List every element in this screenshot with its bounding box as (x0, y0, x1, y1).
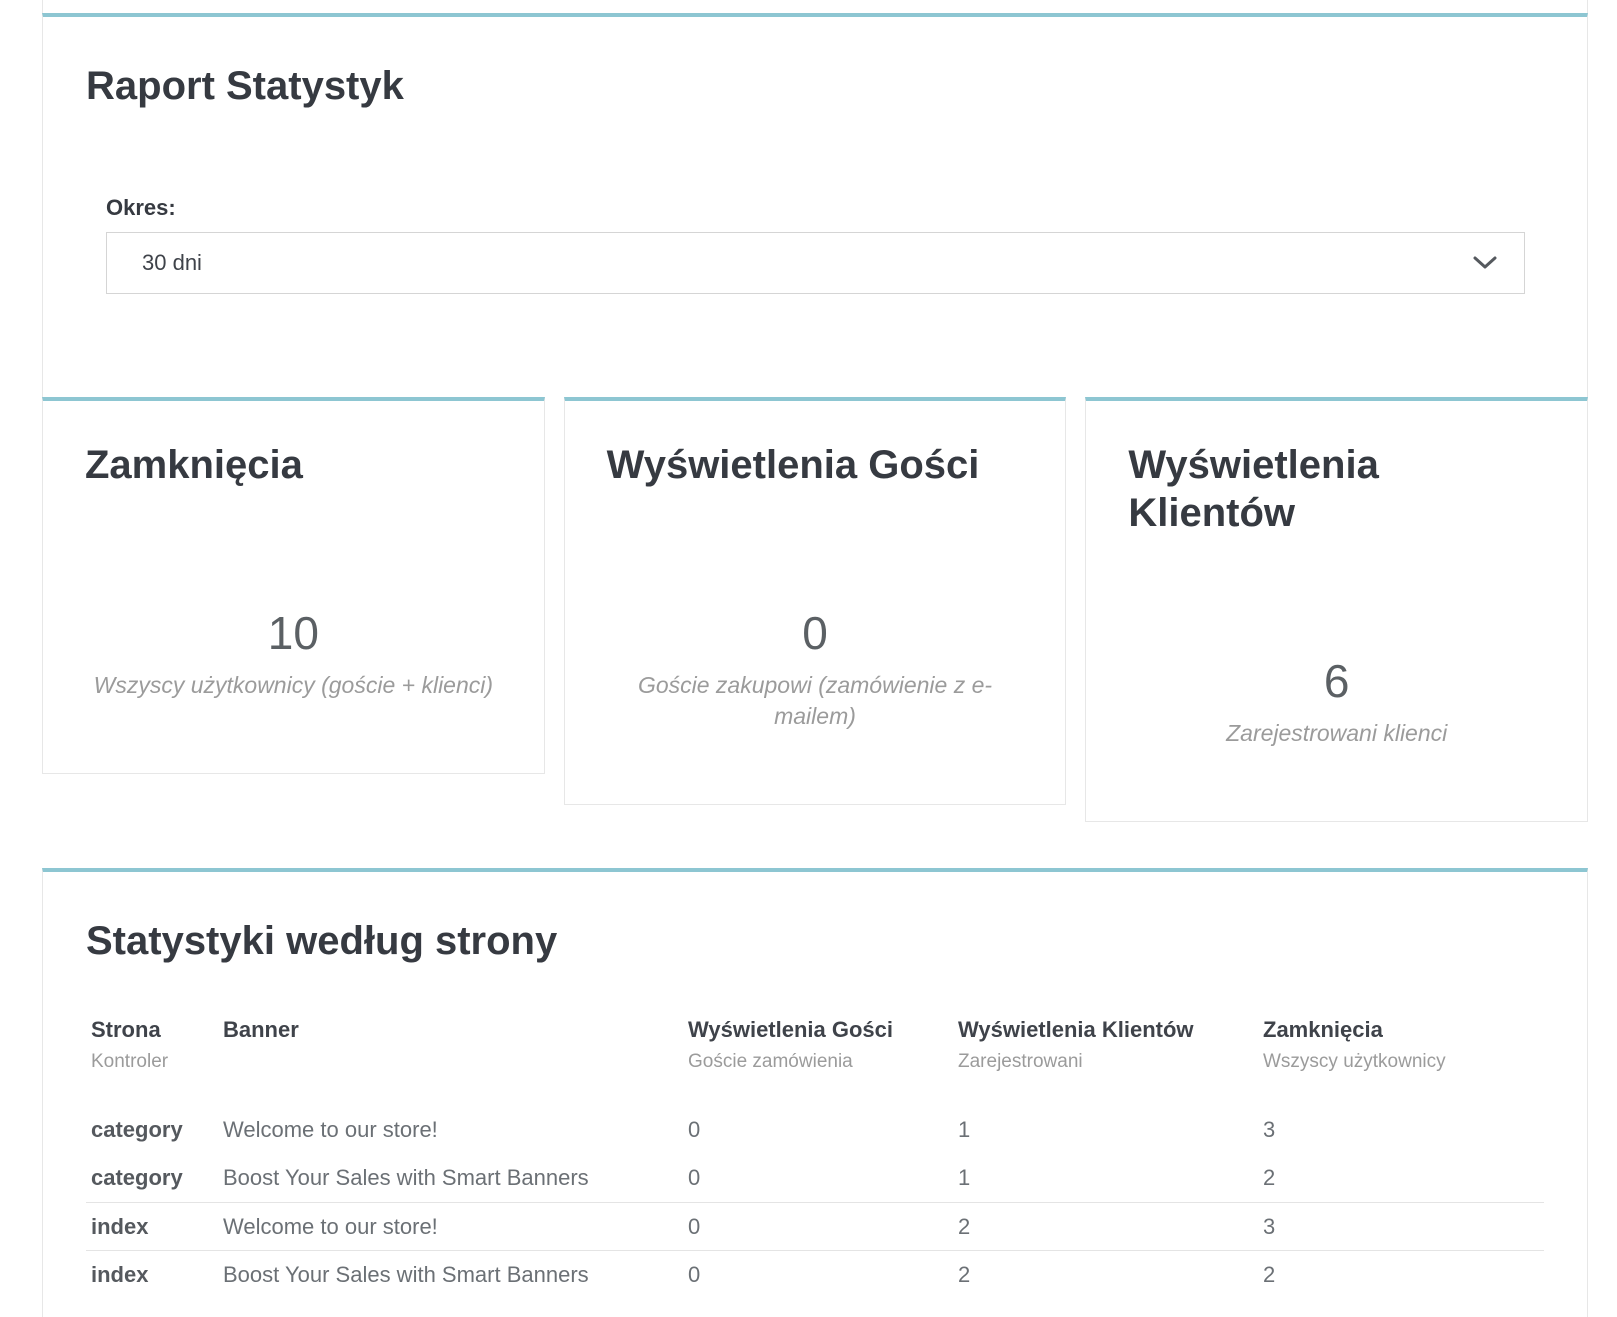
kpi-card-title: Wyświetlenia Gości (607, 441, 1024, 489)
page-stats-panel: Statystyki według strony Strona Kontrole… (42, 868, 1588, 1317)
kpi-caption: Goście zakupowi (zamówienie z e-mailem) (607, 670, 1024, 732)
page-stats-title: Statystyki według strony (86, 917, 1544, 965)
kpi-card-guest-views: Wyświetlenia Gości 0 Goście zakupowi (za… (564, 397, 1067, 805)
kpi-card-closures: Zamknięcia 10 Wszyscy użytkownicy (gości… (42, 397, 545, 774)
table-row: category Welcome to our store! 0 1 3 (86, 1106, 1544, 1154)
kpi-card-title: Zamknięcia (85, 441, 502, 489)
kpi-value: 10 (85, 607, 502, 660)
column-header-closures: Zamknięcia Wszyscy użytkownicy (1263, 1017, 1544, 1106)
kpi-cards-row: Zamknięcia 10 Wszyscy użytkownicy (gości… (42, 397, 1588, 822)
report-panel: Raport Statystyk Okres: 30 dni (42, 13, 1588, 397)
column-header-guest-views: Wyświetlenia Gości Goście zamówienia (688, 1017, 958, 1106)
period-select-value: 30 dni (142, 250, 202, 276)
kpi-value: 0 (607, 607, 1024, 660)
table-header-row: Strona Kontroler Banner Wyświetlenia Goś… (86, 1017, 1544, 1106)
kpi-caption: Zarejestrowani klienci (1128, 718, 1545, 749)
period-select[interactable]: 30 dni (106, 232, 1525, 294)
previous-panel-remnant (42, 0, 1588, 13)
chevron-down-icon (1472, 255, 1498, 271)
page-stats-table: Strona Kontroler Banner Wyświetlenia Goś… (86, 1017, 1544, 1299)
column-header-page: Strona Kontroler (86, 1017, 223, 1106)
kpi-value: 6 (1128, 655, 1545, 708)
report-page: Raport Statystyk Okres: 30 dni Zamknięci… (0, 0, 1617, 1317)
table-row: index Boost Your Sales with Smart Banner… (86, 1251, 1544, 1299)
period-label: Okres: (106, 195, 1525, 221)
content-stack: Raport Statystyk Okres: 30 dni Zamknięci… (42, 0, 1588, 1317)
table-row: index Welcome to our store! 0 2 3 (86, 1202, 1544, 1251)
page-title: Raport Statystyk (86, 62, 1544, 110)
kpi-card-title: Wyświetlenia Klientów (1128, 441, 1545, 537)
column-header-banner: Banner (223, 1017, 688, 1106)
column-header-customer-views: Wyświetlenia Klientów Zarejestrowani (958, 1017, 1263, 1106)
table-row: category Boost Your Sales with Smart Ban… (86, 1154, 1544, 1202)
period-form-group: Okres: 30 dni (106, 195, 1525, 294)
kpi-caption: Wszyscy użytkownicy (goście + klienci) (85, 670, 502, 701)
kpi-card-customer-views: Wyświetlenia Klientów 6 Zarejestrowani k… (1085, 397, 1588, 822)
